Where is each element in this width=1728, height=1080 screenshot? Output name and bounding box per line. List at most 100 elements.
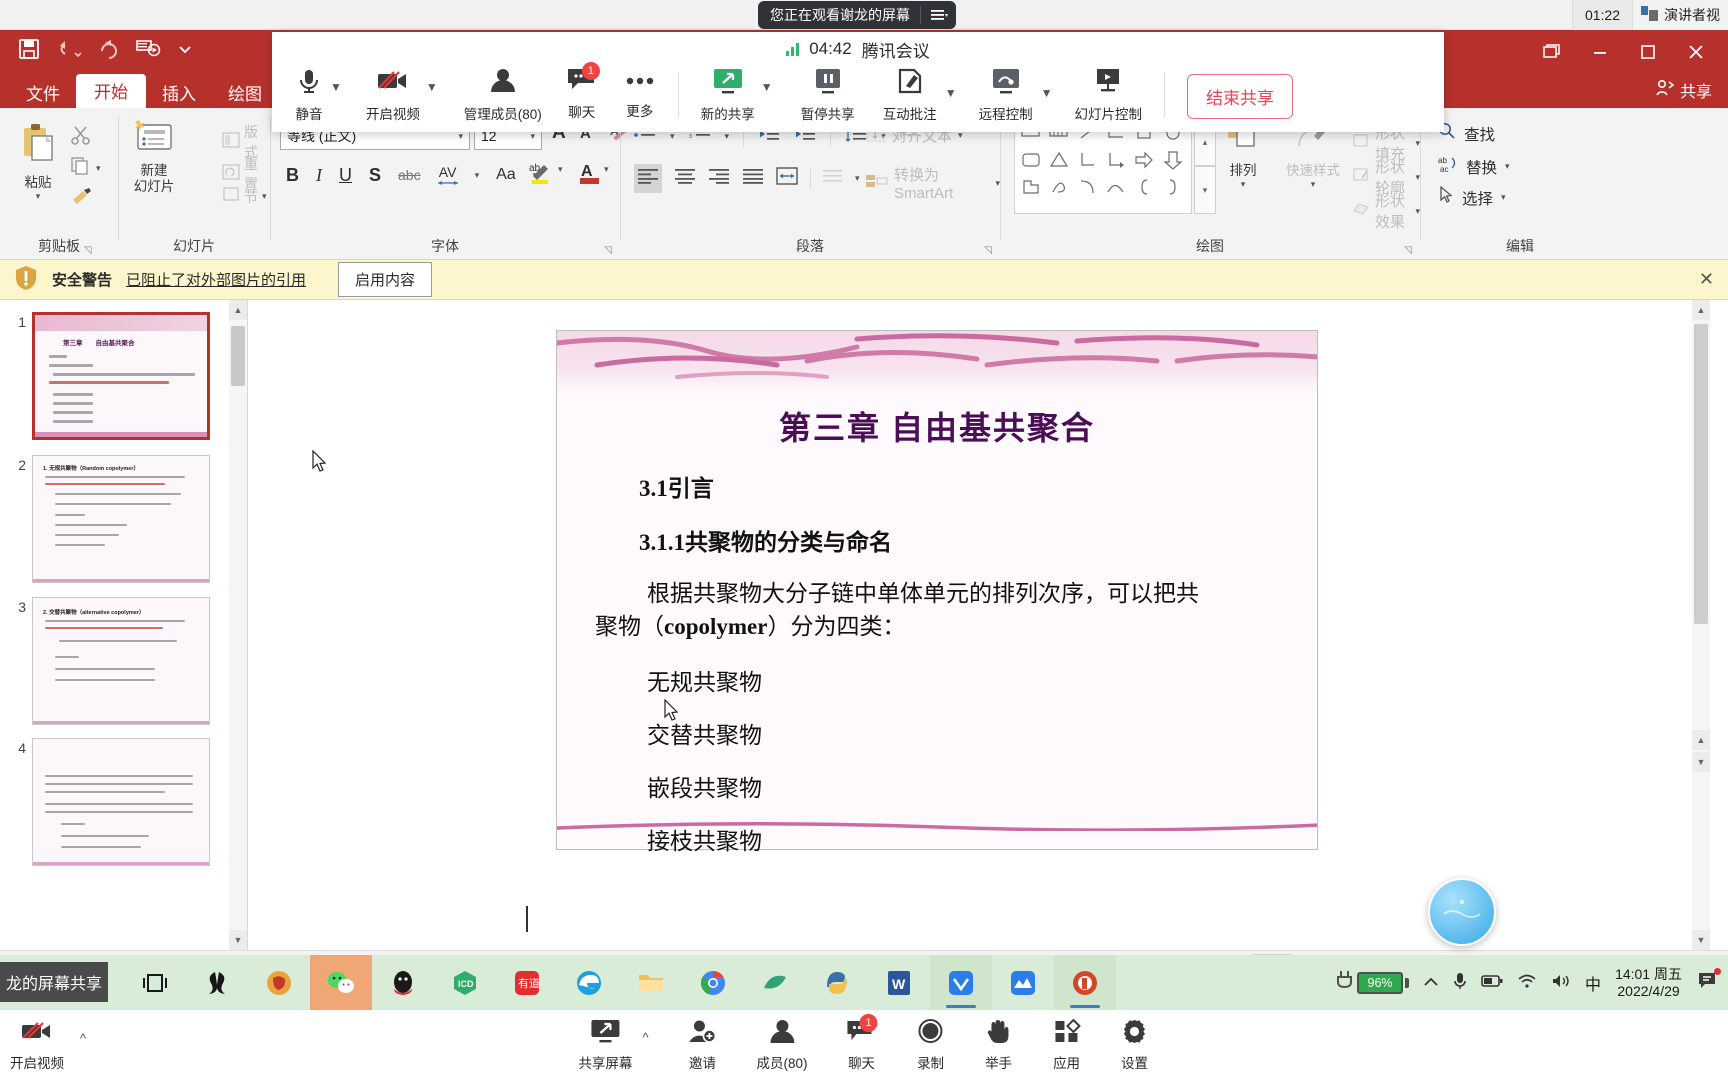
scrollbar-thumb[interactable] bbox=[231, 326, 245, 386]
bottom-video-chevron-icon[interactable]: ^ bbox=[80, 1031, 86, 1046]
text-highlight-button[interactable]: ab bbox=[528, 160, 554, 191]
close-icon[interactable]: ✕ bbox=[1699, 269, 1714, 290]
shape-triangle-icon[interactable] bbox=[1046, 149, 1074, 176]
chat-button[interactable]: 1 聊天 bbox=[566, 62, 600, 121]
wifi-icon[interactable] bbox=[1517, 973, 1537, 992]
align-center-icon[interactable] bbox=[674, 167, 696, 190]
youdao-icon[interactable]: 有道 bbox=[496, 955, 558, 1010]
chevron-down-icon[interactable]: ▾ bbox=[725, 131, 730, 142]
pause-share-button[interactable]: 暂停共享 bbox=[801, 66, 855, 123]
share-screen-button[interactable]: 共享屏幕 bbox=[578, 1018, 632, 1072]
columns-icon[interactable] bbox=[823, 168, 843, 189]
annotate-button[interactable]: 互动批注 bbox=[883, 66, 937, 123]
character-spacing-button[interactable]: AV bbox=[437, 164, 458, 186]
restore-down-icon[interactable] bbox=[1530, 36, 1574, 68]
chevron-down-icon[interactable]: ▾ bbox=[670, 131, 675, 142]
font-color-chevron-icon[interactable]: ▾ bbox=[604, 164, 609, 175]
apps-button[interactable]: 应用 bbox=[1052, 1018, 1082, 1072]
shape-arrow-connector-icon[interactable] bbox=[1103, 149, 1131, 176]
scroll-up-button[interactable]: ▲ bbox=[1692, 300, 1710, 320]
word-icon[interactable]: W bbox=[868, 955, 930, 1010]
participants-button[interactable]: 成员(80) bbox=[757, 1018, 808, 1072]
thumbnail-slide[interactable] bbox=[32, 738, 210, 866]
shape-scribble-icon[interactable] bbox=[1046, 176, 1074, 203]
close-icon[interactable] bbox=[1674, 36, 1718, 68]
justify-icon[interactable] bbox=[742, 167, 764, 190]
previous-slide-button[interactable]: ▲ bbox=[1692, 730, 1710, 750]
align-left-icon[interactable] bbox=[634, 164, 662, 193]
qq-icon[interactable] bbox=[372, 955, 434, 1010]
slide-canvas-area[interactable]: 第三章 自由基共聚合 3.1引言 3.1.1共聚物的分类与命名 根据共聚物大分子… bbox=[248, 300, 1710, 950]
slide-control-button[interactable]: 幻灯片控制 bbox=[1074, 66, 1142, 123]
chevron-down-icon[interactable]: ▾ bbox=[1505, 161, 1510, 172]
microphone-icon[interactable] bbox=[1453, 971, 1467, 994]
chevron-down-icon[interactable]: ▾ bbox=[475, 170, 480, 181]
undo-icon[interactable] bbox=[56, 39, 82, 59]
shape-roundrect-icon[interactable] bbox=[1018, 149, 1046, 176]
file-explorer-icon[interactable] bbox=[620, 955, 682, 1010]
chevron-down-icon[interactable]: ▾ bbox=[458, 131, 463, 142]
chrome-icon[interactable] bbox=[682, 955, 744, 1010]
thumbnail-item-4[interactable]: 4 bbox=[8, 738, 238, 866]
highlight-chevron-icon[interactable]: ▾ bbox=[558, 164, 563, 175]
settings-button[interactable]: 设置 bbox=[1120, 1018, 1150, 1072]
next-slide-button[interactable]: ▼ bbox=[1692, 752, 1710, 772]
remote-control-button[interactable]: 远程控制 bbox=[979, 66, 1033, 123]
text-shadow-button[interactable]: S bbox=[369, 165, 381, 186]
shape-connector-icon[interactable] bbox=[1075, 149, 1103, 176]
wechat-icon[interactable] bbox=[310, 955, 372, 1010]
thumbnail-slide[interactable]: 2. 交替共聚物（alternative copolymer） bbox=[32, 597, 210, 725]
annotate-chevron-icon[interactable]: ▼ bbox=[945, 86, 957, 100]
ppt-share-button[interactable]: 共享 bbox=[1654, 78, 1712, 102]
chevron-down-icon[interactable]: ▾ bbox=[1241, 179, 1246, 190]
mute-chevron-icon[interactable]: ▼ bbox=[330, 80, 342, 94]
python-icon[interactable] bbox=[806, 955, 868, 1010]
mountain-app-icon[interactable] bbox=[992, 955, 1054, 1010]
chevron-down-icon[interactable]: ▾ bbox=[1311, 179, 1316, 190]
scroll-down-button[interactable]: ▼ bbox=[1692, 930, 1710, 950]
remote-control-chevron-icon[interactable]: ▼ bbox=[1041, 86, 1053, 100]
change-case-button[interactable]: Aa bbox=[496, 166, 516, 184]
bottom-start-video-button[interactable]: 开启视频 bbox=[10, 1018, 64, 1072]
thumbnail-scrollbar[interactable]: ▲ ▼ bbox=[229, 300, 247, 950]
shapes-scroll-down[interactable]: ▾ bbox=[1194, 166, 1216, 214]
thumbnail-item-3[interactable]: 3 2. 交替共聚物（alternative copolymer） bbox=[8, 597, 238, 725]
scrollbar-thumb[interactable] bbox=[1694, 324, 1708, 624]
new-share-chevron-icon[interactable]: ▼ bbox=[761, 80, 773, 94]
new-share-button[interactable]: 新的共享 bbox=[701, 66, 755, 123]
shape-down-arrow-icon[interactable] bbox=[1160, 149, 1188, 176]
cut-button[interactable] bbox=[70, 124, 92, 151]
bold-button[interactable]: B bbox=[286, 165, 299, 186]
slide-thumbnail-pane[interactable]: 1 第三章 自由基共聚合 2 1. 无规共聚物（Random copolymer… bbox=[0, 300, 248, 950]
shape-curve-icon[interactable] bbox=[1103, 176, 1131, 203]
start-slideshow-icon[interactable] bbox=[136, 38, 162, 60]
raise-hand-button[interactable]: 举手 bbox=[984, 1018, 1014, 1072]
invite-button[interactable]: 邀请 bbox=[687, 1018, 719, 1072]
redo-icon[interactable] bbox=[98, 39, 120, 59]
save-icon[interactable] bbox=[18, 38, 40, 60]
wps-icon[interactable] bbox=[248, 955, 310, 1010]
font-color-button[interactable]: A bbox=[578, 160, 602, 191]
align-right-icon[interactable] bbox=[708, 167, 730, 190]
end-share-button[interactable]: 结束共享 bbox=[1186, 74, 1293, 119]
shape-left-brace-icon[interactable] bbox=[1131, 176, 1159, 203]
slide-vertical-scrollbar[interactable]: ▲ ▲ ▼ ▼ bbox=[1692, 300, 1710, 950]
start-video-button[interactable]: 开启视频 bbox=[366, 66, 420, 123]
find-button[interactable]: 查找 bbox=[1438, 122, 1495, 145]
convert-smartart-button[interactable]: 转换为 SmartArt ▾ bbox=[866, 164, 1000, 202]
chevron-down-icon[interactable]: ▾ bbox=[1501, 192, 1506, 203]
tencent-meeting-icon[interactable] bbox=[930, 955, 992, 1010]
replace-button[interactable]: ab ac 替换 ▾ bbox=[1438, 154, 1510, 179]
clipboard-dialog-launcher[interactable]: ◹ bbox=[84, 245, 92, 256]
chevron-down-icon[interactable]: ▾ bbox=[530, 131, 535, 142]
chevron-down-icon[interactable]: ▾ bbox=[855, 173, 860, 184]
copy-chevron-icon[interactable]: ▾ bbox=[96, 163, 101, 174]
italic-button[interactable]: I bbox=[316, 165, 322, 186]
chevron-down-icon[interactable]: ▾ bbox=[36, 191, 41, 202]
new-slide-button[interactable]: 新建 幻灯片 bbox=[132, 120, 176, 194]
drawing-dialog-launcher[interactable]: ◹ bbox=[1404, 245, 1412, 256]
enable-content-button[interactable]: 启用内容 bbox=[338, 262, 433, 297]
hamburger-icon[interactable] bbox=[931, 9, 948, 21]
powerpoint-icon[interactable] bbox=[1054, 955, 1116, 1010]
share-notice-pill[interactable]: 您正在观看谢龙的屏幕 bbox=[758, 1, 956, 29]
